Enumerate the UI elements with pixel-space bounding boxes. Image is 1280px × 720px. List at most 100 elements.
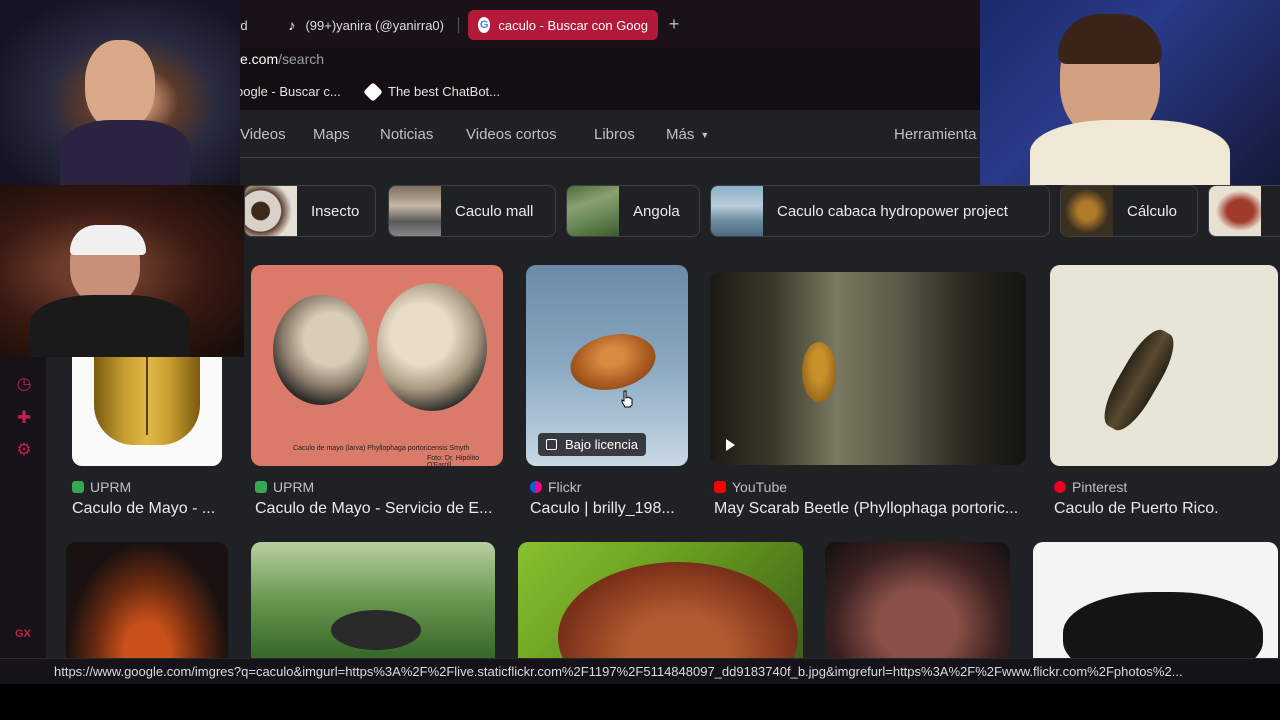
webcam-figure xyxy=(60,120,190,185)
nav-videos-cortos[interactable]: Videos cortos xyxy=(466,126,557,143)
source-label: YouTube xyxy=(732,479,788,495)
chip-caculo-cabaca[interactable]: Caculo cabaca hydropower project xyxy=(710,185,1050,237)
chip-label: Insecto xyxy=(311,202,360,220)
beetle-shape xyxy=(331,610,421,650)
webcam-figure xyxy=(85,40,155,130)
image-icon xyxy=(546,439,557,450)
beetle-shape xyxy=(802,342,836,402)
address-url[interactable]: e.com/search xyxy=(240,51,324,67)
tab-tiktok[interactable]: ♪ (99+)yanira (@yanirra0) xyxy=(276,10,454,40)
source-label: Flickr xyxy=(548,479,582,495)
webcam-overlay xyxy=(0,0,240,185)
webcam-figure xyxy=(70,225,146,255)
nav-mas[interactable]: Más ▼ xyxy=(666,126,709,143)
settings-icon[interactable]: ⚙ xyxy=(14,440,34,460)
source-label: UPRM xyxy=(273,479,315,495)
nav-mas-label: Más xyxy=(666,126,695,143)
result-image[interactable] xyxy=(66,542,228,658)
source-label: UPRM xyxy=(90,479,132,495)
letterbox-bottom xyxy=(0,684,1280,720)
webcam-figure xyxy=(1030,120,1230,185)
result-source: YouTube xyxy=(714,479,787,495)
chip-label: Angola xyxy=(633,202,680,220)
source-label: Pinterest xyxy=(1072,479,1128,495)
tiktok-icon: ♪ xyxy=(288,17,296,33)
result-title[interactable]: Caculo de Mayo - ... xyxy=(72,500,222,518)
webcam-figure xyxy=(1058,14,1162,64)
gx-sidebar: ◷ ✚ ⚙ GX ••• xyxy=(0,356,46,670)
result-image[interactable]: Bajo licencia xyxy=(526,265,688,466)
result-image[interactable] xyxy=(710,272,1026,465)
chip-thumbnail xyxy=(1061,186,1113,236)
bookmark-chatbot[interactable]: The best ChatBot... xyxy=(363,81,501,102)
result-source: Pinterest xyxy=(1054,479,1127,495)
result-image[interactable] xyxy=(1050,265,1278,466)
badge-label: Bajo licencia xyxy=(565,437,638,452)
hand-cursor-icon xyxy=(621,390,633,408)
pinterest-icon xyxy=(1054,481,1066,493)
result-image[interactable]: Caculo de mayo (larva) Phyllophaga porto… xyxy=(251,265,503,466)
tab-google-search[interactable]: G caculo - Buscar con Goog xyxy=(468,10,658,40)
chip-more[interactable] xyxy=(1208,185,1280,237)
address-path: /search xyxy=(278,51,325,67)
result-source: UPRM xyxy=(255,479,314,495)
result-source: UPRM xyxy=(72,479,131,495)
tab-label: caculo - Buscar con Goog xyxy=(498,17,648,33)
beetle-shape xyxy=(558,562,798,658)
image-caption: Caculo de mayo (larva) Phyllophaga porto… xyxy=(293,445,470,452)
new-tab-button[interactable]: + xyxy=(664,14,684,34)
image-credit: Foto: Dr. Hipólito O'Farrill xyxy=(427,455,480,466)
chip-thumbnail xyxy=(711,186,763,236)
google-icon: G xyxy=(478,17,491,33)
chip-angola[interactable]: Angola xyxy=(566,185,700,237)
result-image[interactable] xyxy=(518,542,803,658)
status-url: https://www.google.com/imgres?q=caculo&i… xyxy=(54,664,1183,679)
uprm-icon xyxy=(72,481,84,493)
chip-thumbnail xyxy=(1209,186,1261,236)
chip-calculo[interactable]: Cálculo xyxy=(1060,185,1198,237)
chip-thumbnail xyxy=(567,186,619,236)
webcam-overlay xyxy=(0,185,244,357)
chip-insecto[interactable]: Insecto xyxy=(244,185,376,237)
nav-noticias[interactable]: Noticias xyxy=(380,126,433,143)
nav-libros[interactable]: Libros xyxy=(594,126,635,143)
webcam-figure xyxy=(30,295,190,357)
chip-label: Caculo cabaca hydropower project xyxy=(777,202,1008,220)
bookmark-label: The best ChatBot... xyxy=(388,84,501,99)
nav-tools[interactable]: Herramienta xyxy=(894,126,977,143)
uprm-icon xyxy=(255,481,267,493)
license-badge[interactable]: Bajo licencia xyxy=(538,433,646,456)
bookmark-google-search[interactable]: oogle - Buscar c... xyxy=(236,84,341,99)
beetle-shape xyxy=(565,326,661,398)
chip-caculo-mall[interactable]: Caculo mall xyxy=(388,185,556,237)
history-icon[interactable]: ◷ xyxy=(14,374,34,394)
result-title[interactable]: Caculo | brilly_198... xyxy=(530,500,688,518)
tab-label: (99+)yanira (@yanirra0) xyxy=(305,17,444,33)
nav-videos[interactable]: Videos xyxy=(240,126,286,143)
extensions-icon[interactable]: ✚ xyxy=(14,408,34,428)
chip-thumbnail xyxy=(245,186,297,236)
chatbot-icon xyxy=(363,81,383,102)
status-bar: https://www.google.com/imgres?q=caculo&i… xyxy=(0,658,1280,684)
chip-label: Cálculo xyxy=(1127,202,1178,220)
beetle-shape xyxy=(1095,322,1183,438)
result-title[interactable]: Caculo de Mayo - Servicio de E... xyxy=(255,500,503,518)
gx-label: GX xyxy=(15,628,31,640)
result-image[interactable] xyxy=(1033,542,1278,658)
beetle-shape xyxy=(1063,592,1263,658)
address-host: e.com xyxy=(240,51,279,67)
result-image[interactable] xyxy=(251,542,495,658)
play-icon[interactable] xyxy=(726,439,735,451)
larva-shape xyxy=(273,295,369,405)
flickr-icon xyxy=(530,481,542,493)
youtube-icon xyxy=(714,481,726,493)
nav-maps[interactable]: Maps xyxy=(313,126,350,143)
chevron-down-icon: ▼ xyxy=(700,130,710,141)
bookmark-label: oogle - Buscar c... xyxy=(236,84,341,99)
result-title[interactable]: May Scarab Beetle (Phyllophaga portoric.… xyxy=(714,500,1028,518)
result-title[interactable]: Caculo de Puerto Rico. xyxy=(1054,500,1278,518)
chip-label: Caculo mall xyxy=(455,202,534,220)
larva-shape xyxy=(377,283,487,411)
result-source: Flickr xyxy=(530,479,581,495)
result-image[interactable] xyxy=(825,542,1010,658)
